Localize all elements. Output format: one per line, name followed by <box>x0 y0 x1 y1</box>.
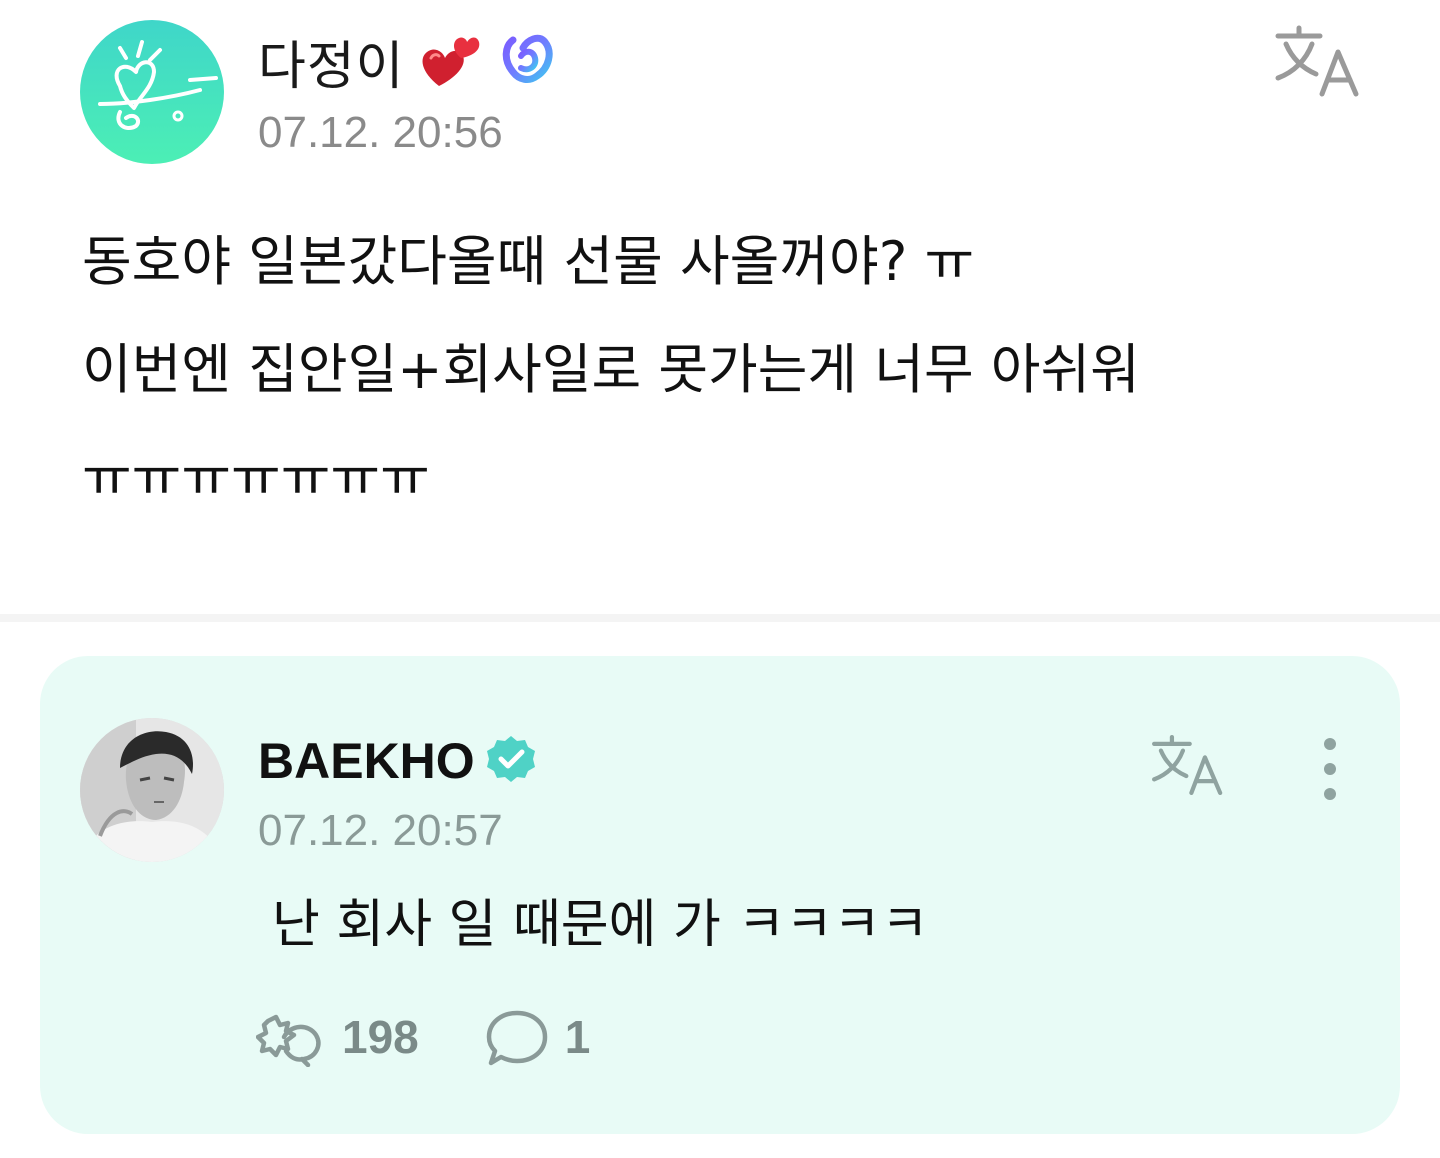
reply-author-name[interactable]: BAEKHO <box>258 732 475 790</box>
section-divider <box>0 614 1440 622</box>
translate-icon <box>1275 25 1359 97</box>
reply-translate-button[interactable] <box>1146 732 1230 798</box>
post-author-row: 다정이 <box>258 28 557 97</box>
post-timestamp: 07.12. 20:56 <box>258 108 503 157</box>
post-author-name[interactable]: 다정이 <box>258 24 405 99</box>
comment-bubble-icon <box>486 1010 547 1066</box>
like-reaction-icon <box>256 1014 321 1067</box>
reply-text: 난 회사 일 때문에 가 ㅋㅋㅋㅋ <box>272 895 929 955</box>
reply-author-avatar[interactable] <box>80 718 224 862</box>
comment-button[interactable]: 1 <box>485 1007 591 1067</box>
reply-card: BAEKHO 07.12. 20:57 난 회사 일 때문에 가 ㅋㅋㅋㅋ 19… <box>40 656 1400 1134</box>
like-button[interactable]: 198 <box>256 1007 419 1067</box>
post-body-line: 이번엔 집안일+회사일로 못가는게 너무 아쉬워 <box>82 338 1140 401</box>
post-translate-button[interactable] <box>1272 22 1364 100</box>
membership-badge-icon <box>499 30 557 92</box>
like-count: 198 <box>342 1011 419 1063</box>
post-body: 동호야 일본갔다올때 선물 사올꺼야? ㅠ 이번엔 집안일+회사일로 못가는게 … <box>82 208 1382 532</box>
reply-stats: 198 1 <box>256 1006 590 1068</box>
reply-timestamp: 07.12. 20:57 <box>258 806 503 855</box>
more-vertical-icon <box>1324 738 1336 800</box>
post-body-line: 동호야 일본갔다올때 선물 사올꺼야? ㅠ <box>82 230 975 293</box>
two-hearts-icon <box>417 28 487 94</box>
original-post: 다정이 07.12. 20:56 동호야 일본갔다올때 선물 사올꺼야? ㅠ 이… <box>0 0 1440 614</box>
translate-icon <box>1152 734 1223 796</box>
more-options-button[interactable] <box>1310 736 1350 802</box>
verified-check-icon <box>485 733 537 789</box>
post-body-line: ㅠㅠㅠㅠㅠㅠㅠ <box>82 446 430 509</box>
comment-count: 1 <box>564 1011 591 1063</box>
post-author-avatar[interactable] <box>80 20 224 164</box>
reply-author-row: BAEKHO <box>258 732 537 790</box>
